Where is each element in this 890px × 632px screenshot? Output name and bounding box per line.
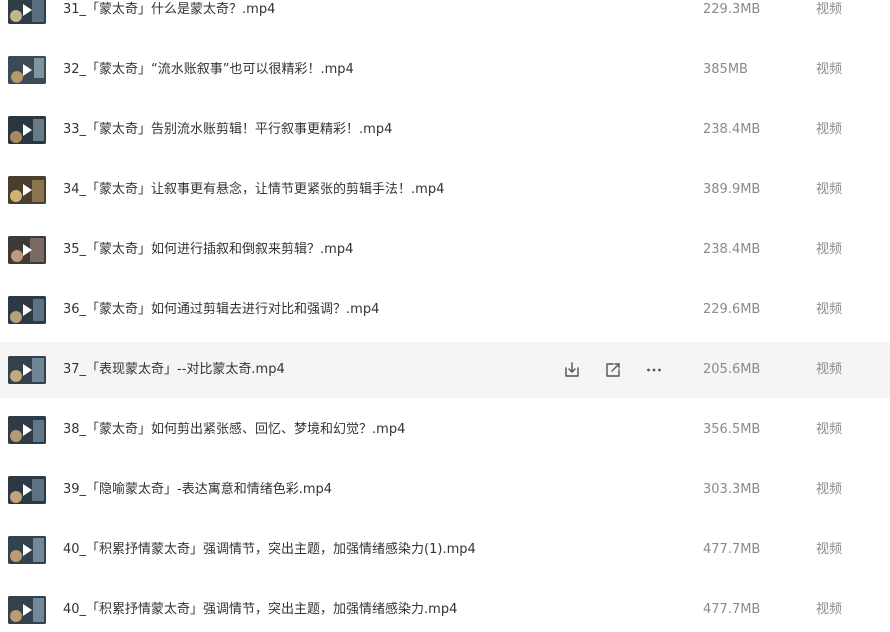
file-size: 229.3MB bbox=[703, 2, 761, 17]
file-name[interactable]: 31_「蒙太奇」什么是蒙太奇？.mp4 bbox=[63, 0, 275, 38]
row-actions bbox=[560, 358, 666, 382]
file-type: 视频 bbox=[816, 62, 843, 77]
video-thumbnail[interactable] bbox=[8, 416, 46, 444]
video-thumbnail[interactable] bbox=[8, 116, 46, 144]
file-name[interactable]: 35_「蒙太奇」如何进行插叙和倒叙来剪辑？.mp4 bbox=[63, 222, 353, 278]
file-name[interactable]: 34_「蒙太奇」让叙事更有悬念，让情节更紧张的剪辑手法！.mp4 bbox=[63, 162, 444, 218]
file-size: 303.3MB bbox=[703, 482, 761, 497]
file-row[interactable]: 38_「蒙太奇」如何剪出紧张感、回忆、梦境和幻觉？.mp4 356.5MB 视频 bbox=[0, 402, 890, 458]
file-row[interactable]: 40_「积累抒情蒙太奇」强调情节，突出主题，加强情绪感染力.mp4 477.7M… bbox=[0, 582, 890, 632]
file-size: 205.6MB bbox=[703, 362, 761, 377]
file-size: 389.9MB bbox=[703, 182, 761, 197]
video-thumbnail[interactable] bbox=[8, 56, 46, 84]
file-size: 385MB bbox=[703, 62, 748, 77]
file-row[interactable]: 35_「蒙太奇」如何进行插叙和倒叙来剪辑？.mp4 238.4MB 视频 bbox=[0, 222, 890, 278]
file-type: 视频 bbox=[816, 542, 843, 557]
file-row[interactable]: 40_「积累抒情蒙太奇」强调情节，突出主题，加强情绪感染力(1).mp4 477… bbox=[0, 522, 890, 578]
file-name[interactable]: 39_「隐喻蒙太奇」-表达寓意和情绪色彩.mp4 bbox=[63, 462, 332, 518]
download-icon[interactable] bbox=[560, 358, 584, 382]
file-list: 31_「蒙太奇」什么是蒙太奇？.mp4 229.3MB 视频 32_「蒙太奇」“… bbox=[0, 0, 890, 632]
file-size: 477.7MB bbox=[703, 542, 761, 557]
file-name[interactable]: 40_「积累抒情蒙太奇」强调情节，突出主题，加强情绪感染力(1).mp4 bbox=[63, 522, 476, 578]
video-thumbnail[interactable] bbox=[8, 296, 46, 324]
file-type: 视频 bbox=[816, 242, 843, 257]
more-icon[interactable] bbox=[642, 358, 666, 382]
file-row[interactable]: 39_「隐喻蒙太奇」-表达寓意和情绪色彩.mp4 303.3MB 视频 bbox=[0, 462, 890, 518]
video-thumbnail[interactable] bbox=[8, 356, 46, 384]
file-size: 238.4MB bbox=[703, 122, 761, 137]
file-type: 视频 bbox=[816, 422, 843, 437]
file-size: 229.6MB bbox=[703, 302, 761, 317]
file-type: 视频 bbox=[816, 122, 843, 137]
file-type: 视频 bbox=[816, 182, 843, 197]
file-name[interactable]: 38_「蒙太奇」如何剪出紧张感、回忆、梦境和幻觉？.mp4 bbox=[63, 402, 405, 458]
file-type: 视频 bbox=[816, 602, 843, 617]
file-size: 238.4MB bbox=[703, 242, 761, 257]
file-row-hovered[interactable]: 37_「表现蒙太奇」--对比蒙太奇.mp4 205.6MB 视频 bbox=[0, 342, 890, 398]
file-row[interactable]: 34_「蒙太奇」让叙事更有悬念，让情节更紧张的剪辑手法！.mp4 389.9MB… bbox=[0, 162, 890, 218]
file-size: 356.5MB bbox=[703, 422, 761, 437]
file-type: 视频 bbox=[816, 302, 843, 317]
video-thumbnail[interactable] bbox=[8, 176, 46, 204]
video-thumbnail[interactable] bbox=[8, 236, 46, 264]
video-thumbnail[interactable] bbox=[8, 0, 46, 24]
share-icon[interactable] bbox=[601, 358, 625, 382]
file-row[interactable]: 31_「蒙太奇」什么是蒙太奇？.mp4 229.3MB 视频 bbox=[0, 0, 890, 38]
file-name[interactable]: 40_「积累抒情蒙太奇」强调情节，突出主题，加强情绪感染力.mp4 bbox=[63, 582, 457, 632]
file-row[interactable]: 36_「蒙太奇」如何通过剪辑去进行对比和强调？.mp4 229.6MB 视频 bbox=[0, 282, 890, 338]
video-thumbnail[interactable] bbox=[8, 536, 46, 564]
file-name[interactable]: 36_「蒙太奇」如何通过剪辑去进行对比和强调？.mp4 bbox=[63, 282, 379, 338]
file-name[interactable]: 33_「蒙太奇」告别流水账剪辑！平行叙事更精彩！.mp4 bbox=[63, 102, 392, 158]
file-type: 视频 bbox=[816, 482, 843, 497]
video-thumbnail[interactable] bbox=[8, 596, 46, 624]
file-row[interactable]: 33_「蒙太奇」告别流水账剪辑！平行叙事更精彩！.mp4 238.4MB 视频 bbox=[0, 102, 890, 158]
file-size: 477.7MB bbox=[703, 602, 761, 617]
video-thumbnail[interactable] bbox=[8, 476, 46, 504]
file-type: 视频 bbox=[816, 2, 843, 17]
file-row[interactable]: 32_「蒙太奇」“流水账叙事”也可以很精彩！.mp4 385MB 视频 bbox=[0, 42, 890, 98]
file-name[interactable]: 32_「蒙太奇」“流水账叙事”也可以很精彩！.mp4 bbox=[63, 42, 354, 98]
file-name[interactable]: 37_「表现蒙太奇」--对比蒙太奇.mp4 bbox=[63, 342, 285, 398]
file-type: 视频 bbox=[816, 362, 843, 377]
